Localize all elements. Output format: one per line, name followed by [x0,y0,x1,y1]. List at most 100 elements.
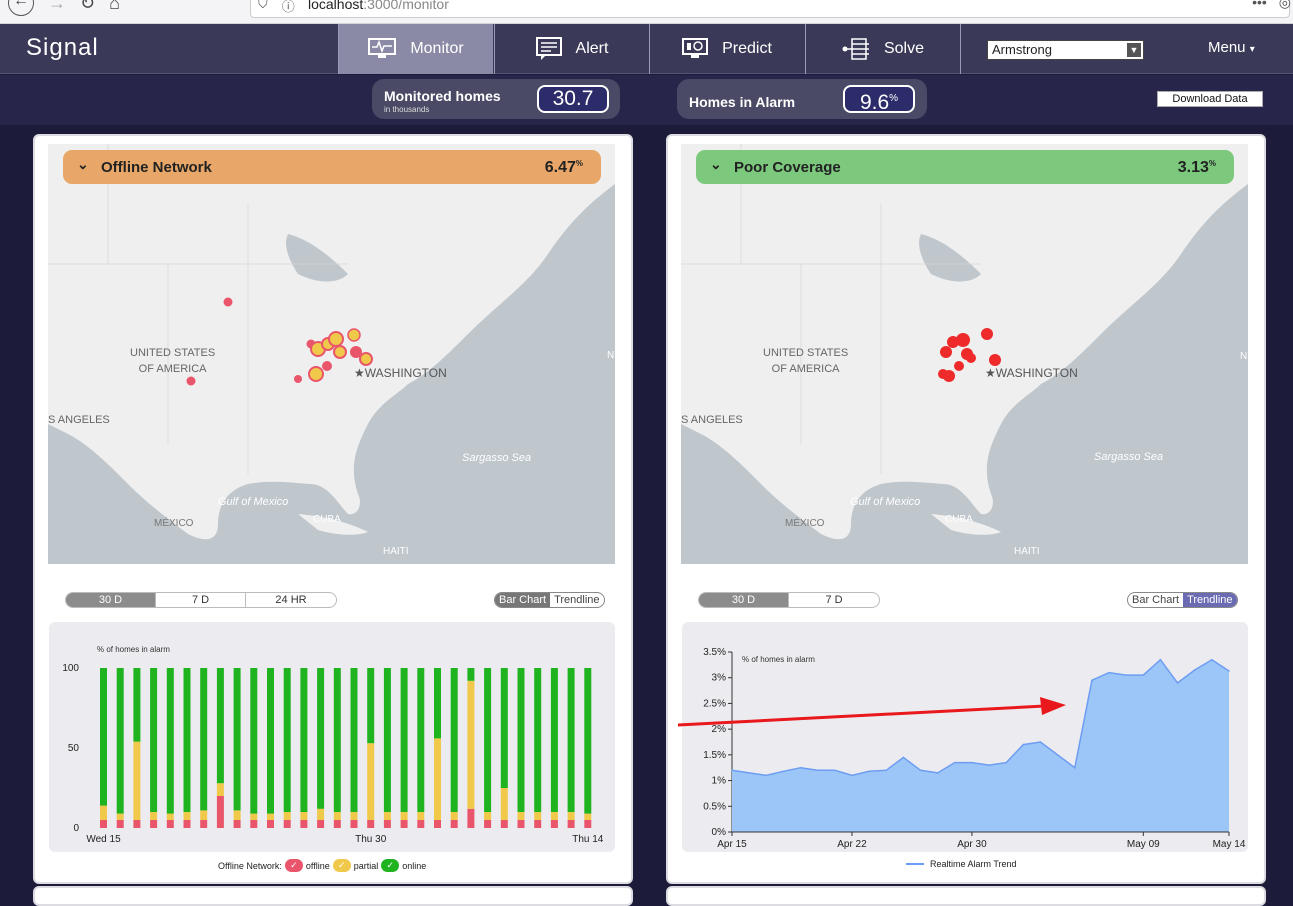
range-30d-button[interactable]: 30 D [699,593,789,607]
bar-online-13 [317,668,325,809]
account-select[interactable]: Armstrong ▼ [987,40,1144,60]
offline-network-title: Offline Network [101,159,212,176]
bar-online-4 [166,668,174,814]
home-icon[interactable]: ⌂ [109,0,120,16]
forward-arrow-icon[interactable]: → [48,0,66,16]
poor-coverage-card: UNITED STATES OF AMERICA ★WASHINGTON S AN… [666,134,1266,884]
predict-icon [682,38,709,58]
collapse-chevron-icon[interactable]: ⌄ [710,156,722,173]
next-card-right [666,886,1266,906]
bar-partial-7 [216,783,224,796]
tab-predict[interactable]: Predict [649,24,804,74]
trend-xtick: May 09 [1127,839,1160,850]
browser-actions: ••• ◎ [1252,0,1291,11]
trendline-button[interactable]: Trendline [550,593,603,607]
bar-online-21 [450,668,458,812]
bar-online-1 [116,668,124,814]
bar-partial-11 [283,812,291,820]
bar-offline-28 [567,820,575,828]
bar-offline-12 [300,820,308,828]
bar-partial-14 [333,812,341,820]
bar-online-24 [500,668,508,788]
bar-partial-22 [467,680,475,809]
bar-online-7 [216,668,224,784]
bar-partial-24 [500,788,508,820]
trend-point-13 [954,761,956,764]
online-check-icon: ✓ [381,859,400,872]
bar-chart-xtick: Wed 15 [86,834,121,845]
poor-coverage-banner[interactable]: ⌄ Poor Coverage 3.13% [696,150,1234,184]
tab-monitor[interactable]: Monitor [338,24,493,74]
bar-partial-5 [183,812,191,820]
offline-check-icon: ✓ [284,859,303,872]
menu-dropdown[interactable]: Menu ▾ [1208,39,1255,56]
collapse-chevron-icon[interactable]: ⌄ [77,156,89,173]
trend-point-4 [799,766,802,769]
bar-partial-26 [534,812,542,820]
bar-offline-18 [400,820,408,828]
legend-offline: offline [305,860,330,871]
chevron-down-icon[interactable]: ▼ [1127,43,1141,57]
range-30d-button[interactable]: 30 D [66,593,156,607]
caret-down-icon: ▾ [1249,44,1255,55]
info-icon[interactable]: ⓘ [282,0,295,15]
range-24hr-button[interactable]: 24 HR [246,593,336,607]
poor-coverage-title: Poor Coverage [734,159,841,176]
trend-point-1 [748,772,750,774]
offline-map[interactable]: UNITED STATES OF AMERICA ★WASHINGTON S AN… [48,144,615,564]
trend-point-3 [782,770,785,773]
trendline-button[interactable]: Trendline [1183,593,1237,607]
offline-network-banner[interactable]: ⌄ Offline Network 6.47% [63,150,601,184]
bar-chart-button[interactable]: Bar Chart [495,593,551,607]
tab-solve[interactable]: Solve [805,24,960,74]
offline-bar-chart: % of homes in alarm 0 50 100 Wed 15 Thu 30 Thu… [49,622,615,852]
pocket-icon[interactable]: ◎ [1279,0,1291,11]
url-path: :3000/monitor [363,0,449,12]
trend-point-26 [1176,682,1179,684]
bar-offline-29 [584,820,592,828]
download-data-button[interactable]: Download Data [1157,91,1263,107]
bar-partial-1 [116,813,124,820]
trend-point-18 [1039,741,1042,743]
bar-partial-16 [367,743,375,820]
bar-chart-button[interactable]: Bar Chart [1128,593,1183,607]
trend-point-6 [834,769,836,772]
bar-chart-svg: % of homes in alarm 0 50 100 Wed 15 Thu 30 Thu… [62,645,604,845]
more-icon[interactable]: ••• [1252,0,1267,11]
range-7d-button[interactable]: 7 D [156,593,246,607]
bar-offline-27 [550,820,558,828]
coverage-map[interactable]: UNITED STATES OF AMERICA ★WASHINGTON S AN… [681,144,1248,564]
trend-ytick: 1.5% [703,750,726,761]
bar-offline-25 [517,820,525,828]
tab-alert-label: Alert [575,40,609,57]
bar-partial-2 [133,741,141,820]
bar-online-12 [300,668,308,812]
shield-icon: ⛉ [258,0,268,11]
range-7d-button[interactable]: 7 D [789,593,879,607]
coverage-range-selector: 30 D 7 D [698,592,880,608]
bar-partial-19 [417,812,425,820]
menu-label: Menu [1208,39,1246,56]
bar-offline-10 [267,820,274,828]
bar-online-0 [100,668,107,806]
url-text[interactable]: localhost:3000/monitor [308,0,449,12]
browser-toolbar: ← → ↻ ⌂ ⛉ ⓘ localhost:3000/monitor ••• ◎ [0,0,1293,24]
bar-offline-7 [216,796,224,828]
bar-partial-4 [166,813,174,820]
bar-offline-19 [417,820,425,828]
trend-chart-svg: 0% 0.5% 1% 1.5% 2% 2.5% 3% 3.5% % of homes in al… [703,647,1246,850]
bar-chart-ytick: 50 [68,743,80,754]
bar-online-17 [383,668,391,812]
tab-alert[interactable]: Alert [494,24,649,74]
legend-realtime-trend: Realtime Alarm Trend [930,859,1017,869]
monitored-homes-sub: in thousands [384,105,430,114]
bar-chart-xtick: Thu 14 [572,834,604,845]
bar-offline-23 [484,820,492,828]
bar-partial-13 [317,808,325,820]
trend-point-14 [971,761,973,764]
back-arrow-icon[interactable]: ← [8,0,34,16]
bar-partial-0 [100,805,107,820]
bar-offline-17 [383,820,391,828]
reload-icon[interactable]: ↻ [80,0,95,16]
partial-check-icon: ✓ [332,859,351,872]
